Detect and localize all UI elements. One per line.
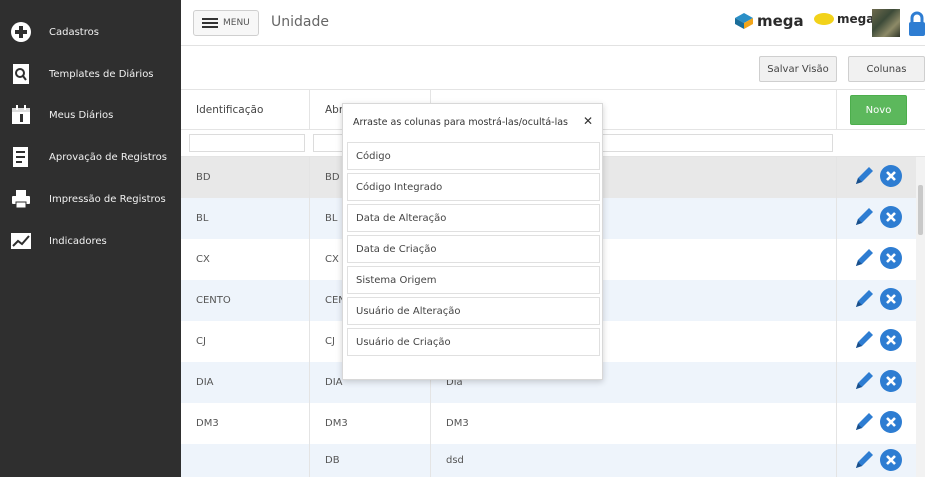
mega-oval-icon	[814, 13, 834, 25]
column-option-codigo-integrado[interactable]: Código Integrado	[347, 173, 600, 201]
cell-descricao: DM3	[431, 403, 837, 444]
delete-icon[interactable]	[880, 329, 902, 351]
popup-title: Arraste as colunas para mostrá-las/ocult…	[353, 117, 568, 128]
delete-icon[interactable]	[880, 247, 902, 269]
column-header-identificacao[interactable]: Identificação	[181, 90, 310, 129]
mega-cube-icon	[735, 13, 753, 29]
cell-identificacao: DIA	[181, 362, 310, 403]
delete-icon[interactable]	[880, 165, 902, 187]
mega-logo: mega	[734, 12, 804, 30]
cell-abreviacao: DB	[310, 444, 431, 477]
lock-icon[interactable]	[908, 11, 925, 37]
sidebar-item-label: Aprovação de Registros	[49, 151, 167, 163]
table-row[interactable]: DM3 DM3 DM3	[181, 403, 925, 444]
delete-icon[interactable]	[880, 449, 902, 471]
delete-icon[interactable]	[880, 411, 902, 433]
printer-icon	[10, 188, 32, 210]
cell-identificacao: DM3	[181, 403, 310, 444]
cell-abreviacao: DM3	[310, 403, 431, 444]
mega-secondary-logo: mega	[813, 12, 874, 26]
cell-descricao: dsd	[431, 444, 837, 477]
edit-pencil-icon[interactable]	[852, 287, 876, 311]
sidebar-item-label: Cadastros	[49, 26, 99, 38]
cell-identificacao: CJ	[181, 321, 310, 362]
edit-pencil-icon[interactable]	[852, 246, 876, 270]
menu-button[interactable]: MENU	[193, 10, 259, 36]
edit-pencil-icon[interactable]	[852, 328, 876, 352]
document-search-icon	[10, 63, 32, 85]
cell-identificacao: BL	[181, 198, 310, 239]
cell-identificacao	[181, 444, 310, 477]
sidebar-item-templates[interactable]: Templates de Diários	[0, 55, 181, 93]
logo-text: mega	[837, 12, 875, 26]
column-option-data-criacao[interactable]: Data de Criação	[347, 235, 600, 263]
edit-pencil-icon[interactable]	[852, 369, 876, 393]
checklist-icon	[10, 146, 32, 168]
cell-identificacao: CX	[181, 239, 310, 280]
sidebar-item-label: Templates de Diários	[49, 68, 154, 80]
delete-icon[interactable]	[880, 288, 902, 310]
sidebar-item-label: Meus Diários	[49, 109, 114, 121]
close-icon[interactable]: ✕	[583, 114, 593, 128]
cell-identificacao: BD	[181, 157, 310, 198]
column-option-usuario-criacao[interactable]: Usuário de Criação	[347, 328, 600, 356]
edit-pencil-icon[interactable]	[852, 205, 876, 229]
plus-circle-icon	[10, 21, 32, 43]
sidebar: Cadastros Templates de Diários Meus Diár…	[0, 0, 181, 477]
save-view-button[interactable]: Salvar Visão	[759, 56, 837, 82]
line-chart-icon	[10, 230, 32, 252]
column-option-data-alteracao[interactable]: Data de Alteração	[347, 204, 600, 232]
sidebar-item-cadastros[interactable]: Cadastros	[0, 13, 181, 51]
sidebar-item-indicadores[interactable]: Indicadores	[0, 222, 181, 260]
column-option-usuario-alteracao[interactable]: Usuário de Alteração	[347, 297, 600, 325]
scrollbar-thumb[interactable]	[918, 185, 923, 235]
columns-chooser-popup: Arraste as colunas para mostrá-las/ocult…	[342, 103, 603, 380]
sidebar-item-label: Impressão de Registros	[49, 193, 166, 205]
sidebar-item-aprovacao[interactable]: Aprovação de Registros	[0, 138, 181, 176]
user-avatar[interactable]	[872, 9, 900, 37]
logo-text: mega	[757, 12, 804, 30]
edit-pencil-icon[interactable]	[852, 448, 876, 472]
column-option-codigo[interactable]: Código	[347, 142, 600, 170]
delete-icon[interactable]	[880, 206, 902, 228]
filter-input-identificacao[interactable]	[189, 134, 305, 152]
sidebar-item-label: Indicadores	[49, 235, 107, 247]
sidebar-item-impressao[interactable]: Impressão de Registros	[0, 180, 181, 218]
calendar-icon	[10, 104, 32, 126]
menu-label: MENU	[223, 18, 250, 28]
columns-button[interactable]: Colunas	[848, 56, 925, 82]
edit-pencil-icon[interactable]	[852, 164, 876, 188]
hamburger-icon	[202, 18, 218, 28]
sidebar-item-meus-diarios[interactable]: Meus Diários	[0, 96, 181, 134]
top-bar: MENU Unidade mega mega	[181, 0, 925, 46]
page-title: Unidade	[271, 14, 329, 30]
edit-pencil-icon[interactable]	[852, 410, 876, 434]
delete-icon[interactable]	[880, 370, 902, 392]
column-option-sistema-origem[interactable]: Sistema Origem	[347, 266, 600, 294]
cell-identificacao: CENTO	[181, 280, 310, 321]
new-button[interactable]: Novo	[850, 95, 907, 125]
table-row[interactable]: DB dsd	[181, 444, 925, 477]
